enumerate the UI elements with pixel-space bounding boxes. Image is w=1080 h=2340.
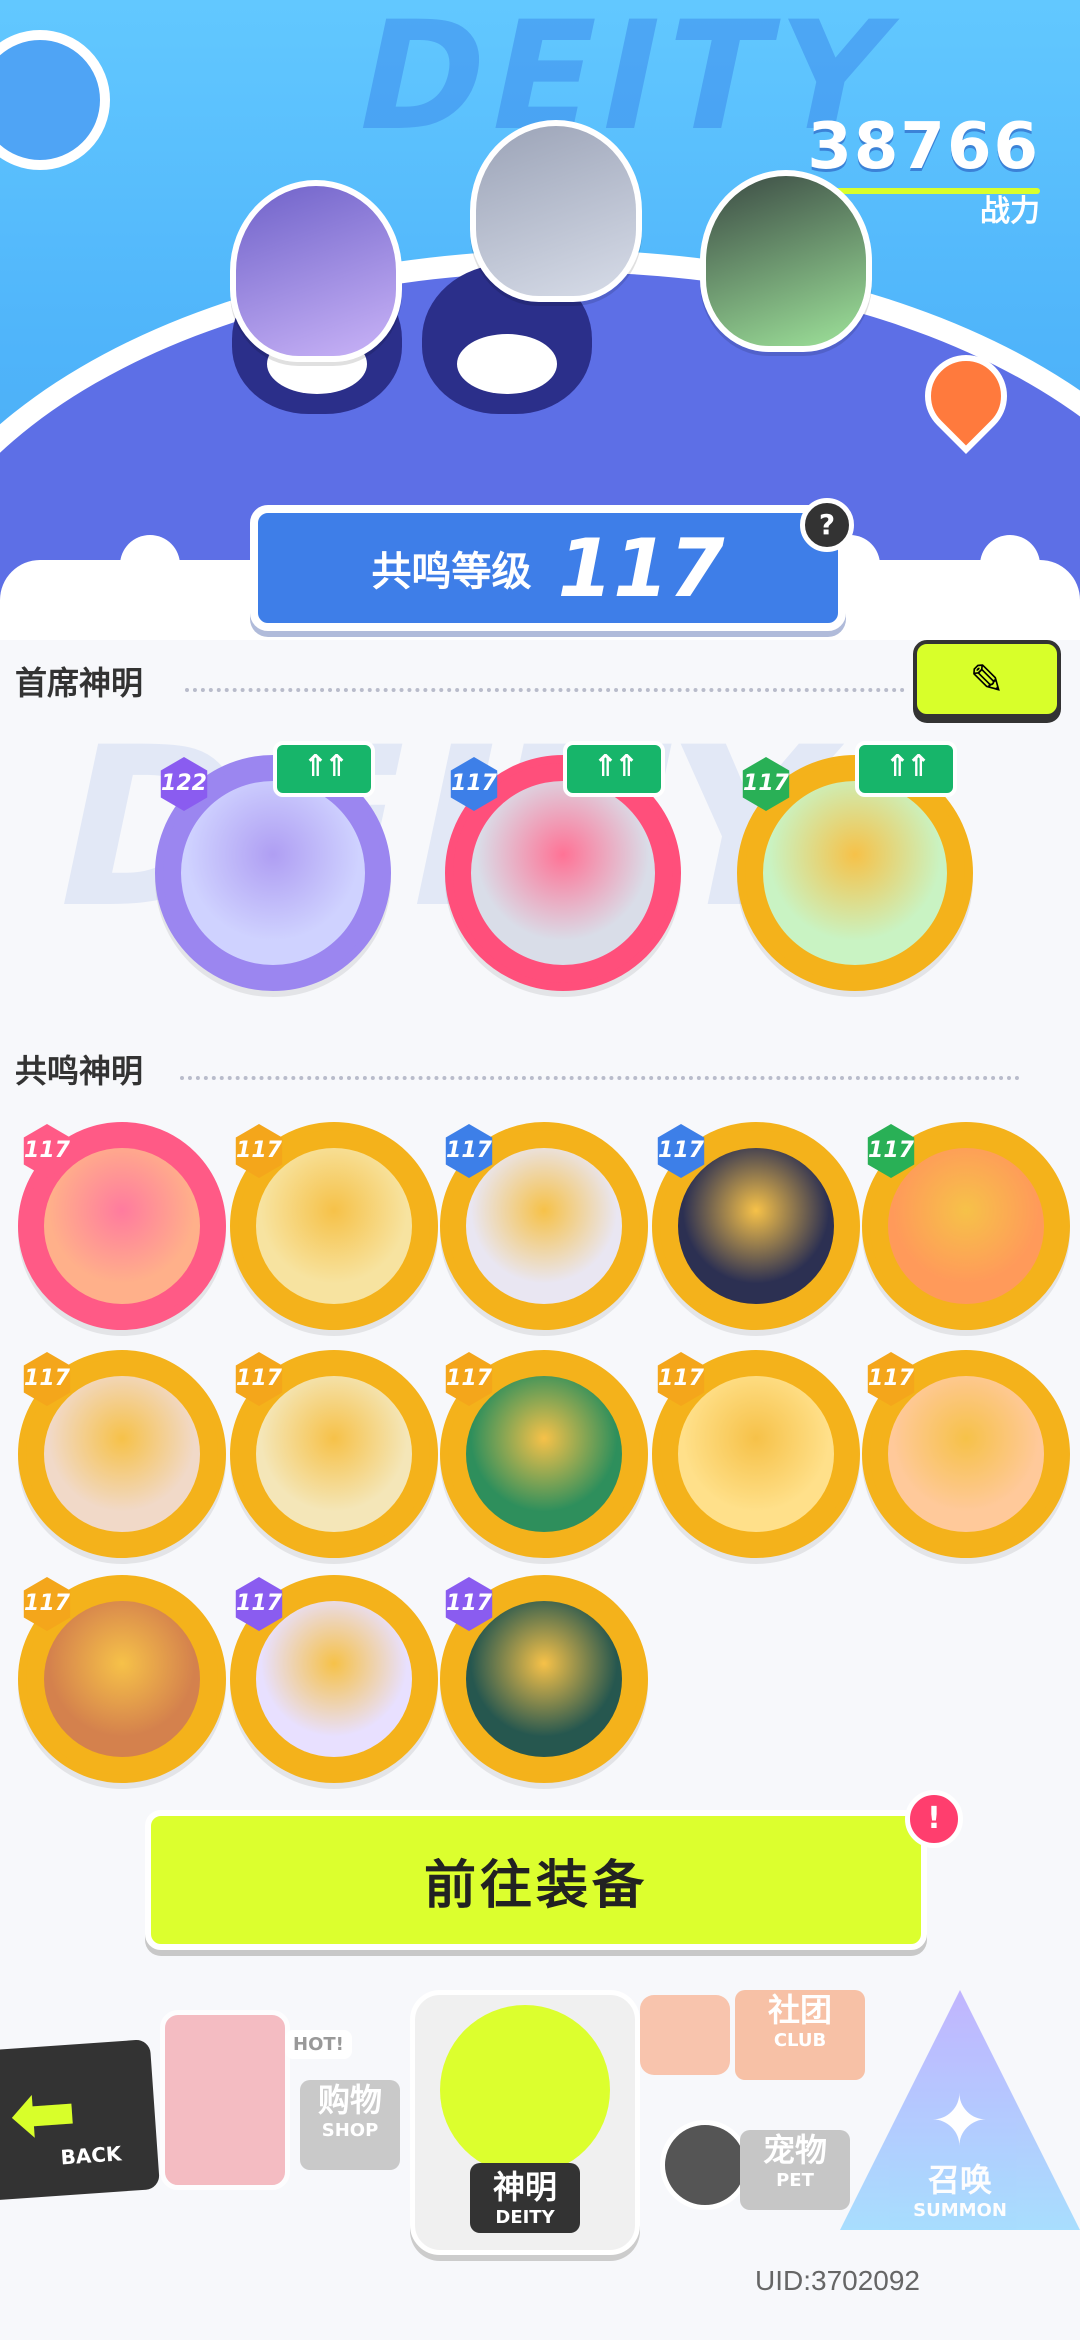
chief-card[interactable]: 117 ⇑⇑ [737,741,973,991]
upgrade-arrows-icon[interactable]: ⇑⇑ [855,741,957,797]
deity-nav-figure-icon [440,2005,610,2175]
resonance-card[interactable]: 117 [18,1575,226,1783]
resonance-section-divider [180,1076,1020,1080]
club-bag-icon [640,1995,730,2075]
pencil-icon: ✎ [969,654,1005,704]
deity-portrait [678,1376,834,1532]
summon-star-icon: ✦ [930,2080,989,2162]
upgrade-arrows-icon[interactable]: ⇑⇑ [273,741,375,797]
go-equip-label: 前往装备 [423,1855,648,1916]
deity-portrait [466,1601,622,1757]
deity-portrait [888,1148,1044,1304]
nav-pet[interactable]: 宠物 PET [640,2110,860,2220]
go-equip-button[interactable]: 前往装备 [145,1810,927,1950]
back-button[interactable]: ⬅ BACK [0,2039,161,2201]
deity-portrait [678,1148,834,1304]
deity-portrait [256,1148,412,1304]
alert-badge-icon: ! [905,1790,963,1848]
upgrade-arrows-icon[interactable]: ⇑⇑ [563,741,665,797]
back-label: BACK [59,2141,123,2170]
deity-portrait [44,1376,200,1532]
resonance-card[interactable]: 117 [230,1350,438,1558]
resonance-section-title: 共鸣神明 [15,1052,144,1090]
resonance-level-label: 共鸣等级 [371,549,532,595]
chief-section-divider [185,688,905,692]
deity-portrait [181,781,365,965]
resonance-card[interactable]: 117 [230,1122,438,1330]
resonance-card[interactable]: 117 [18,1122,226,1330]
deity-portrait [888,1376,1044,1532]
resonance-card[interactable]: 117 [652,1122,860,1330]
deity-portrait [466,1376,622,1532]
nav-club-label: 社团 CLUB [735,1990,865,2080]
help-icon[interactable]: ? [800,498,854,552]
nav-pet-label: 宠物 PET [740,2130,850,2210]
section-bg-word: DEITY [32,700,862,956]
resonance-level-value: 117 [557,521,725,615]
deity-portrait [763,781,947,965]
edit-chief-button[interactable]: ✎ [913,640,1061,718]
nav-summon-label: 召唤 SUMMON [913,2161,1007,2221]
resonance-card[interactable]: 117 [862,1122,1070,1330]
chief-deity-figure-1[interactable] [230,180,402,362]
nav-shop[interactable]: HOT! 购物 SHOP [160,1990,400,2190]
chief-deity-figure-3[interactable] [700,170,872,352]
deity-portrait [466,1148,622,1304]
deity-portrait [44,1601,200,1757]
lock-icon [660,2120,750,2210]
deity-portrait [471,781,655,965]
deity-portrait [256,1601,412,1757]
chief-deity-figure-2[interactable] [470,120,642,302]
chief-card[interactable]: 122 ⇑⇑ [155,741,391,991]
resonance-card[interactable]: 117 [652,1350,860,1558]
deity-portrait [256,1376,412,1532]
resonance-card[interactable]: 117 [440,1350,648,1558]
chief-card[interactable]: 117 ⇑⇑ [445,741,681,991]
nav-club[interactable]: 社团 CLUB [640,1985,880,2095]
deity-portrait [44,1148,200,1304]
resonance-level-panel: 共鸣等级 117 [250,505,846,631]
nav-shop-label: 购物 SHOP [300,2080,400,2170]
resonance-card[interactable]: 117 [440,1122,648,1330]
vending-machine-icon [160,2010,290,2190]
resonance-card[interactable]: 117 [862,1350,1070,1558]
shop-hot-badge: HOT! [285,2030,352,2059]
resonance-card[interactable]: 117 [440,1575,648,1783]
nav-deity-label: 神明 DEITY [470,2163,580,2233]
resonance-card[interactable]: 117 [230,1575,438,1783]
power-value: 38766 [807,110,1040,184]
nav-deity[interactable]: 神明 DEITY [410,1990,640,2255]
resonance-card[interactable]: 117 [18,1350,226,1558]
chief-section-title: 首席神明 [15,664,144,702]
user-id: UID:3702092 [755,2265,921,2296]
